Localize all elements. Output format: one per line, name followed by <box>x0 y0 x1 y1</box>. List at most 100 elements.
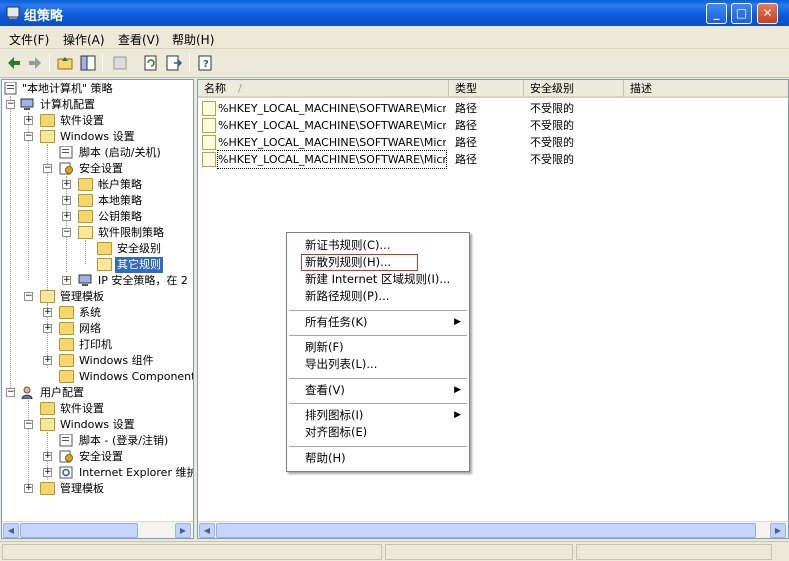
tree-item-ie-maintenance[interactable]: + Internet Explorer 维护 <box>4 465 193 481</box>
list-row[interactable]: %HKEY_LOCAL_MACHINE\SOFTWARE\Micro... 路径… <box>200 150 788 169</box>
expand-toggle[interactable]: + <box>62 196 71 205</box>
tree-item-local-policies[interactable]: + 本地策略 <box>4 193 193 209</box>
folder-icon <box>97 242 112 255</box>
ctx-help[interactable]: 帮助(H) <box>287 450 469 467</box>
tree-item-printers[interactable]: 打印机 <box>4 337 193 353</box>
list-hscrollbar[interactable]: ◀ ▶ <box>198 521 788 538</box>
tree-item-computer-config[interactable]: − 计算机配置 <box>4 97 193 113</box>
scroll-thumb[interactable] <box>20 523 138 538</box>
ctx-view[interactable]: 查看(V) ▶ <box>287 382 469 399</box>
ctx-new-certificate-rule[interactable]: 新证书规则(C)... <box>287 237 469 254</box>
menu-help[interactable]: 帮助(H) <box>172 31 214 48</box>
tree-item-windows-components-en[interactable]: Windows Components <box>4 369 193 385</box>
expand-toggle[interactable]: + <box>24 484 33 493</box>
ctx-refresh[interactable]: 刷新(F) <box>287 339 469 356</box>
column-header-security-level[interactable]: 安全级别 <box>524 80 624 98</box>
column-header-type[interactable]: 类型 <box>449 80 524 98</box>
tree-item-user-admin-templates[interactable]: + 管理模板 <box>4 481 193 497</box>
tree-item-user-software-settings[interactable]: 软件设置 <box>4 401 193 417</box>
tree-item-scripts-startup[interactable]: 脚本 (启动/关机) <box>4 145 193 161</box>
context-menu: 新证书规则(C)... 新散列规则(H)... 新建 Internet 区域规则… <box>286 232 470 472</box>
collapse-toggle[interactable]: − <box>24 132 33 141</box>
delete-icon[interactable] <box>110 53 130 73</box>
tree-item-additional-rules[interactable]: 其它规则 <box>4 257 193 273</box>
scroll-thumb[interactable] <box>216 523 756 538</box>
collapse-toggle[interactable]: − <box>6 100 15 109</box>
group-policy-app-icon <box>6 6 20 19</box>
export-list-icon[interactable] <box>164 53 184 73</box>
menu-file[interactable]: 文件(F) <box>9 31 49 48</box>
ctx-all-tasks[interactable]: 所有任务(K) ▶ <box>287 314 469 331</box>
scroll-right-arrow[interactable]: ▶ <box>770 523 786 538</box>
folder-open-icon <box>78 226 93 239</box>
folder-icon <box>40 402 55 415</box>
minimize-button[interactable]: _ <box>706 3 727 24</box>
ctx-line-up-icons[interactable]: 对齐图标(E) <box>287 424 469 441</box>
tree-item-system[interactable]: + 系统 <box>4 305 193 321</box>
close-button[interactable]: ✕ <box>757 3 778 24</box>
collapse-toggle[interactable]: − <box>6 388 15 397</box>
tree-root[interactable]: "本地计算机" 策略 <box>4 81 193 97</box>
sort-indicator: / <box>238 82 242 95</box>
forward-arrow-icon[interactable] <box>25 53 45 73</box>
menu-action[interactable]: 操作(A) <box>63 31 105 48</box>
policy-doc-icon <box>4 82 17 95</box>
collapse-toggle[interactable]: − <box>43 164 52 173</box>
expand-toggle[interactable]: + <box>62 180 71 189</box>
column-header-name[interactable]: 名称 / <box>198 80 449 98</box>
submenu-arrow-icon: ▶ <box>454 385 461 395</box>
tree-item-user-security-settings[interactable]: + 安全设置 <box>4 449 193 465</box>
folder-icon <box>59 338 74 351</box>
folder-icon <box>59 322 74 335</box>
expand-toggle[interactable]: + <box>62 212 71 221</box>
folder-icon <box>40 482 55 495</box>
ctx-arrange-icons[interactable]: 排列图标(I) ▶ <box>287 407 469 424</box>
expand-toggle[interactable]: + <box>62 276 71 285</box>
ctx-export-list[interactable]: 导出列表(L)... <box>287 356 469 373</box>
ie-maintenance-icon <box>59 466 73 479</box>
expand-toggle[interactable]: + <box>43 308 52 317</box>
list-row[interactable]: %HKEY_LOCAL_MACHINE\SOFTWARE\Micro... 路径… <box>200 100 788 117</box>
status-segment <box>576 544 772 560</box>
back-arrow-icon[interactable] <box>4 53 24 73</box>
tree-item-user-config[interactable]: − 用户配置 <box>4 385 193 401</box>
tree-item-network[interactable]: + 网络 <box>4 321 193 337</box>
menu-view[interactable]: 查看(V) <box>118 31 160 48</box>
list-row[interactable]: %HKEY_LOCAL_MACHINE\SOFTWARE\Micro... 路径… <box>200 134 788 151</box>
tree-item-software-restriction[interactable]: − 软件限制策略 <box>4 225 193 241</box>
expand-toggle[interactable]: + <box>43 452 52 461</box>
security-shield-icon <box>59 450 73 463</box>
ctx-new-path-rule[interactable]: 新路径规则(P)... <box>287 288 469 305</box>
tree-item-security-levels[interactable]: 安全级别 <box>4 241 193 257</box>
scroll-right-arrow[interactable]: ▶ <box>175 523 191 538</box>
tree-item-account-policies[interactable]: + 帐户策略 <box>4 177 193 193</box>
expand-toggle[interactable]: + <box>43 356 52 365</box>
scroll-left-arrow[interactable]: ◀ <box>199 523 215 538</box>
expand-toggle[interactable]: + <box>43 324 52 333</box>
tree-item-security-settings[interactable]: − 安全设置 <box>4 161 193 177</box>
tree-item-software-settings[interactable]: + 软件设置 <box>4 113 193 129</box>
tree-item-ip-security[interactable]: + IP 安全策略，在 2 <box>4 273 193 289</box>
tree-item-windows-settings[interactable]: − Windows 设置 <box>4 129 193 145</box>
tree-item-admin-templates[interactable]: − 管理模板 <box>4 289 193 305</box>
tree-pane[interactable]: "本地计算机" 策略 − 计算机配置 + 软件设置 − Windows 设置 脚… <box>1 79 194 539</box>
list-row[interactable]: %HKEY_LOCAL_MACHINE\SOFTWARE\Micro... 路径… <box>200 117 788 134</box>
collapse-toggle[interactable]: − <box>24 420 33 429</box>
tree-item-public-key-policies[interactable]: + 公钥策略 <box>4 209 193 225</box>
up-folder-icon[interactable] <box>55 53 75 73</box>
ctx-new-internet-zone-rule[interactable]: 新建 Internet 区域规则(I)... <box>287 271 469 288</box>
collapse-toggle[interactable]: − <box>24 292 33 301</box>
tree-hscrollbar[interactable]: ◀ ▶ <box>2 521 193 538</box>
refresh-icon[interactable] <box>141 53 161 73</box>
help-icon[interactable]: ? <box>196 53 216 73</box>
maximize-button[interactable]: □ <box>731 3 752 24</box>
expand-toggle[interactable]: + <box>24 116 33 125</box>
tree-item-scripts-logon[interactable]: 脚本 - (登录/注销) <box>4 433 193 449</box>
show-hide-tree-icon[interactable] <box>78 53 98 73</box>
tree-item-windows-components-cn[interactable]: + Windows 组件 <box>4 353 193 369</box>
scroll-left-arrow[interactable]: ◀ <box>3 523 19 538</box>
column-header-description[interactable]: 描述 <box>624 80 788 98</box>
expand-toggle[interactable]: + <box>43 468 52 477</box>
tree-item-user-windows-settings[interactable]: − Windows 设置 <box>4 417 193 433</box>
collapse-toggle[interactable]: − <box>62 228 71 237</box>
